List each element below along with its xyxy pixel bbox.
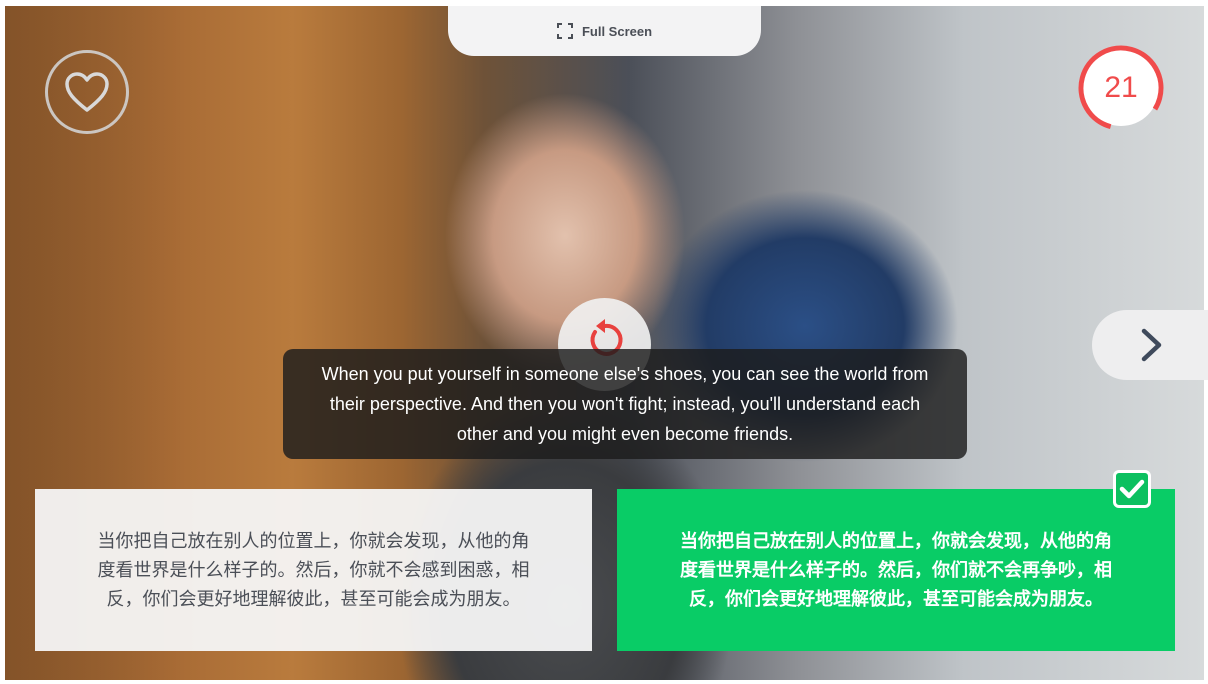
fullscreen-button[interactable]: Full Screen [448, 6, 761, 56]
favorite-button[interactable] [45, 50, 129, 134]
timer-value: 21 [1104, 71, 1138, 104]
checkmark-icon [1119, 479, 1145, 499]
option-text: 当你把自己放在别人的位置上，你就会发现，从他的角度看世界是什么样子的。然后，你们… [680, 530, 1112, 609]
answer-option-1[interactable]: 当你把自己放在别人的位置上，你就会发现，从他的角度看世界是什么样子的。然后，你就… [35, 489, 592, 651]
caption-text: When you put yourself in someone else's … [321, 364, 929, 444]
expand-icon [556, 23, 573, 39]
selected-badge [1113, 470, 1151, 508]
chevron-right-icon [1141, 328, 1162, 362]
subtitle-caption: When you put yourself in someone else's … [283, 349, 967, 459]
option-text: 当你把自己放在别人的位置上，你就会发现，从他的角度看世界是什么样子的。然后，你就… [97, 530, 530, 609]
countdown-timer: 21 [1078, 45, 1164, 131]
heart-outline-icon [65, 72, 109, 112]
fullscreen-label: Full Screen [581, 23, 653, 39]
next-button[interactable] [1092, 310, 1208, 380]
answer-option-2[interactable]: 当你把自己放在别人的位置上，你就会发现，从他的角度看世界是什么样子的。然后，你们… [617, 489, 1175, 651]
